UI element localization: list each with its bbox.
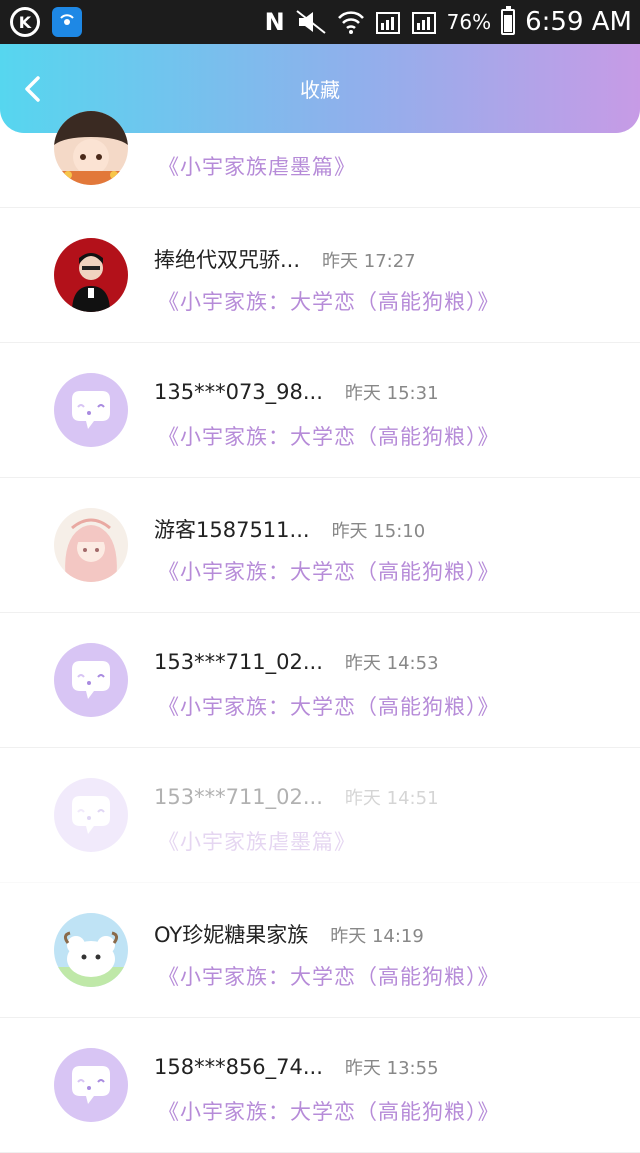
timestamp: 昨天 15:10 bbox=[331, 521, 426, 542]
user-name: 游客1587511... bbox=[154, 518, 310, 542]
mute-icon bbox=[296, 10, 326, 34]
user-name: 153***711_02... bbox=[154, 650, 323, 674]
user-name: OY珍妮糖果家族 bbox=[154, 923, 309, 947]
timestamp: 昨天 14:53 bbox=[344, 653, 439, 674]
list-item[interactable]: OY珍妮糖果家族 昨天 14:19 《小宇家族：大学恋（高能狗粮）》 bbox=[0, 883, 640, 1018]
anime-girl-avatar[interactable] bbox=[54, 111, 128, 185]
list-item[interactable]: 153***711_02... 昨天 14:51 《小宇家族虐墨篇》 bbox=[0, 748, 640, 883]
character-red-avatar[interactable] bbox=[54, 238, 128, 312]
timestamp: 昨天 15:31 bbox=[344, 383, 439, 404]
list-item[interactable]: 捧绝代双咒骄... 昨天 17:27 《小宇家族：大学恋（高能狗粮）》 bbox=[0, 208, 640, 343]
nfc-icon: N bbox=[264, 8, 285, 36]
user-name: 153***711_02... bbox=[154, 785, 323, 809]
wifi-app-icon bbox=[52, 7, 82, 37]
k-app-icon: K bbox=[10, 7, 40, 37]
default-chat-avatar[interactable] bbox=[54, 373, 128, 447]
favorite-title-link[interactable]: 《小宇家族：大学恋（高能狗粮）》 bbox=[158, 961, 500, 991]
favorite-title-link[interactable]: 《小宇家族虐墨篇》 bbox=[158, 151, 356, 181]
page-title: 收藏 bbox=[300, 78, 340, 102]
user-name: 158***856_74... bbox=[154, 1055, 323, 1079]
user-name: 135***073_98... bbox=[154, 380, 323, 404]
battery-percent: 76% bbox=[446, 10, 492, 34]
timestamp: 昨天 17:27 bbox=[322, 251, 416, 272]
favorite-title-link[interactable]: 《小宇家族：大学恋（高能狗粮）》 bbox=[158, 1096, 500, 1126]
list-item[interactable]: 135***073_98... 昨天 15:31 《小宇家族：大学恋（高能狗粮）… bbox=[0, 343, 640, 478]
default-chat-avatar[interactable] bbox=[54, 1048, 128, 1122]
favorite-title-link[interactable]: 《小宇家族：大学恋（高能狗粮）》 bbox=[158, 286, 500, 316]
sim2-signal-icon bbox=[411, 12, 436, 34]
sheep-avatar[interactable] bbox=[54, 913, 128, 987]
status-bar: K N 76% 6:59 AM bbox=[0, 0, 640, 44]
default-chat-avatar[interactable] bbox=[54, 778, 128, 852]
battery-icon bbox=[501, 6, 516, 35]
list-item[interactable]: 《小宇家族虐墨篇》 bbox=[0, 111, 640, 208]
favorite-title-link[interactable]: 《小宇家族虐墨篇》 bbox=[158, 826, 356, 856]
timestamp: 昨天 13:55 bbox=[344, 1058, 439, 1079]
favorite-title-link[interactable]: 《小宇家族：大学恋（高能狗粮）》 bbox=[158, 421, 500, 451]
sim1-signal-icon bbox=[375, 12, 400, 34]
default-chat-avatar[interactable] bbox=[54, 643, 128, 717]
wifi-signal-icon bbox=[337, 11, 364, 34]
list-item[interactable]: 153***711_02... 昨天 14:53 《小宇家族：大学恋（高能狗粮）… bbox=[0, 613, 640, 748]
user-name: 捧绝代双咒骄... bbox=[154, 248, 301, 272]
favorite-title-link[interactable]: 《小宇家族：大学恋（高能狗粮）》 bbox=[158, 556, 500, 586]
anime-sketch-avatar[interactable] bbox=[54, 508, 128, 582]
favorites-list: 《小宇家族虐墨篇》 捧绝代双咒骄... 昨天 17:27 《小宇家族：大学恋（高… bbox=[0, 111, 640, 1153]
timestamp: 昨天 14:19 bbox=[330, 926, 424, 947]
timestamp: 昨天 14:51 bbox=[344, 788, 439, 809]
favorite-title-link[interactable]: 《小宇家族：大学恋（高能狗粮）》 bbox=[158, 691, 500, 721]
list-item[interactable]: 游客1587511... 昨天 15:10 《小宇家族：大学恋（高能狗粮）》 bbox=[0, 478, 640, 613]
list-item[interactable]: 158***856_74... 昨天 13:55 《小宇家族：大学恋（高能狗粮）… bbox=[0, 1018, 640, 1153]
clock: 6:59 AM bbox=[525, 7, 632, 37]
